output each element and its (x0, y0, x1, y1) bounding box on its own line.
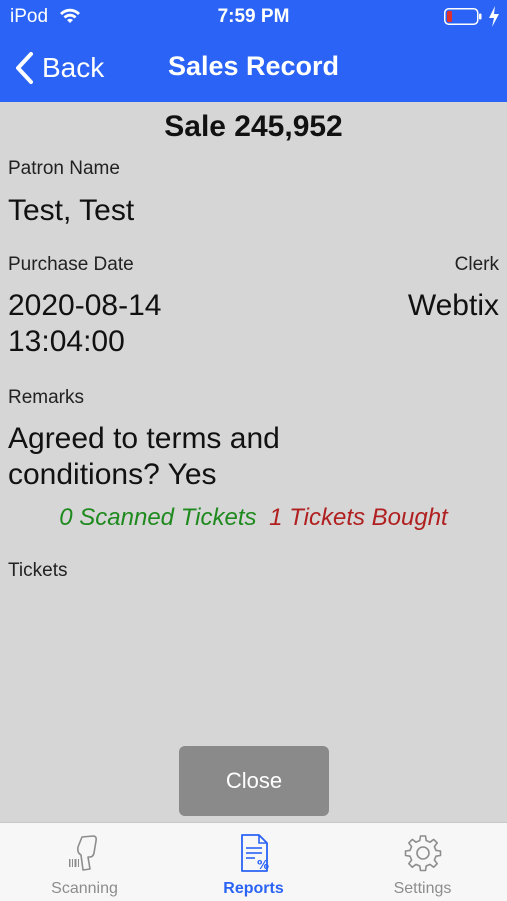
report-document-icon: % (241, 834, 269, 872)
purchase-date-label: Purchase Date (8, 254, 134, 275)
ticket-counts: 0 Scanned Tickets 1 Tickets Bought (0, 504, 507, 532)
remarks-label: Remarks (8, 387, 85, 408)
purchase-date-value: 2020-08-14 13:04:00 (8, 288, 161, 360)
status-time: 7:59 PM (217, 6, 290, 27)
tickets-label: Tickets (8, 560, 68, 581)
purchase-time: 13:04:00 (8, 325, 125, 358)
purchase-date: 2020-08-14 (8, 289, 162, 322)
remarks-value: Agreed to terms and conditions? Yes (8, 421, 280, 493)
tickets-bought-count: 1 Tickets Bought (269, 504, 448, 531)
status-bar: iPod 7:59 PM (0, 0, 507, 34)
clerk-value: Webtix (407, 289, 499, 322)
tab-bar: Scanning % Reports Settings (0, 822, 507, 901)
patron-name-value: Test, Test (8, 194, 135, 227)
barcode-scanner-icon (69, 835, 97, 871)
remarks-line-2: conditions? Yes (8, 458, 217, 491)
close-button[interactable]: Close (179, 746, 329, 816)
tab-scanning-label: Scanning (51, 880, 118, 897)
sales-record-content: Sale 245,952 Patron Name Test, Test Purc… (0, 102, 507, 822)
tab-settings-label: Settings (393, 880, 452, 897)
svg-text:%: % (257, 858, 269, 872)
page-title: Sales Record (167, 51, 340, 81)
battery-icon (444, 8, 482, 25)
tab-settings[interactable]: Settings (338, 823, 507, 901)
clerk-label: Clerk (454, 254, 499, 275)
patron-name-label: Patron Name (8, 158, 120, 179)
tab-reports[interactable]: % Reports (169, 823, 338, 901)
charging-icon (489, 6, 499, 27)
header-bar: iPod 7:59 PM Back Sales Record (0, 0, 507, 102)
tab-reports-label: Reports (223, 880, 284, 897)
scanned-tickets-count: 0 Scanned Tickets (59, 504, 257, 531)
sale-number-heading: Sale 245,952 (164, 110, 343, 143)
gear-icon (404, 835, 442, 872)
navigation-bar: Back Sales Record (0, 34, 507, 102)
remarks-line-1: Agreed to terms and (8, 422, 280, 455)
tab-scanning[interactable]: Scanning (0, 823, 169, 901)
